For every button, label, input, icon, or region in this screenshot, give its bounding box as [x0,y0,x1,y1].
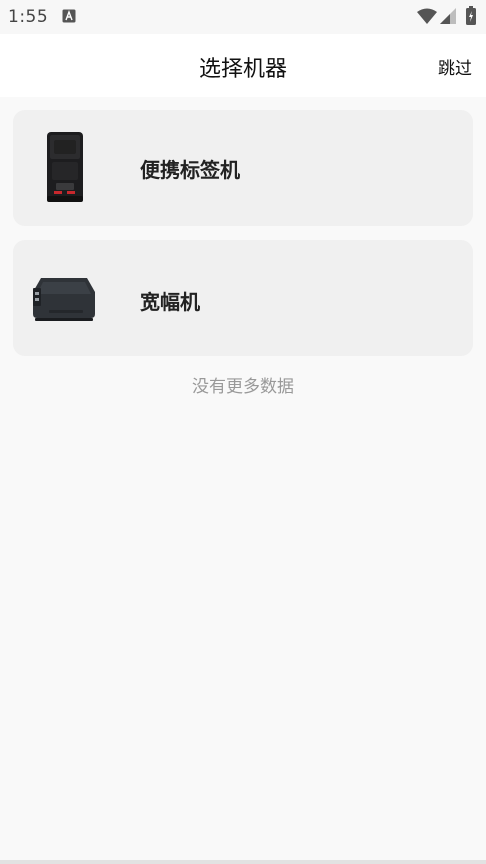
device-name-label: 宽幅机 [140,290,200,314]
status-bar: 1:55 [0,0,486,34]
device-name-label: 便携标签机 [140,158,240,182]
top-app-bar: 选择机器 跳过 [0,34,486,97]
page-title: 选择机器 [198,57,287,82]
skip-button[interactable]: 跳过 [438,54,472,79]
wide-format-printer-image [33,278,95,321]
status-time: 1:55 [8,7,49,27]
battery-charging-icon [466,6,476,25]
list-end-message: 没有更多数据 [192,377,294,397]
bottom-divider [0,860,486,864]
device-card-portable-label-printer[interactable]: 便携标签机 [13,110,473,226]
wifi-icon [417,8,437,24]
portable-label-printer-image [47,132,83,202]
cell-signal-icon [440,8,456,24]
device-card-wide-format-printer[interactable]: 宽幅机 [13,240,473,356]
app-notification-icon [62,9,76,23]
